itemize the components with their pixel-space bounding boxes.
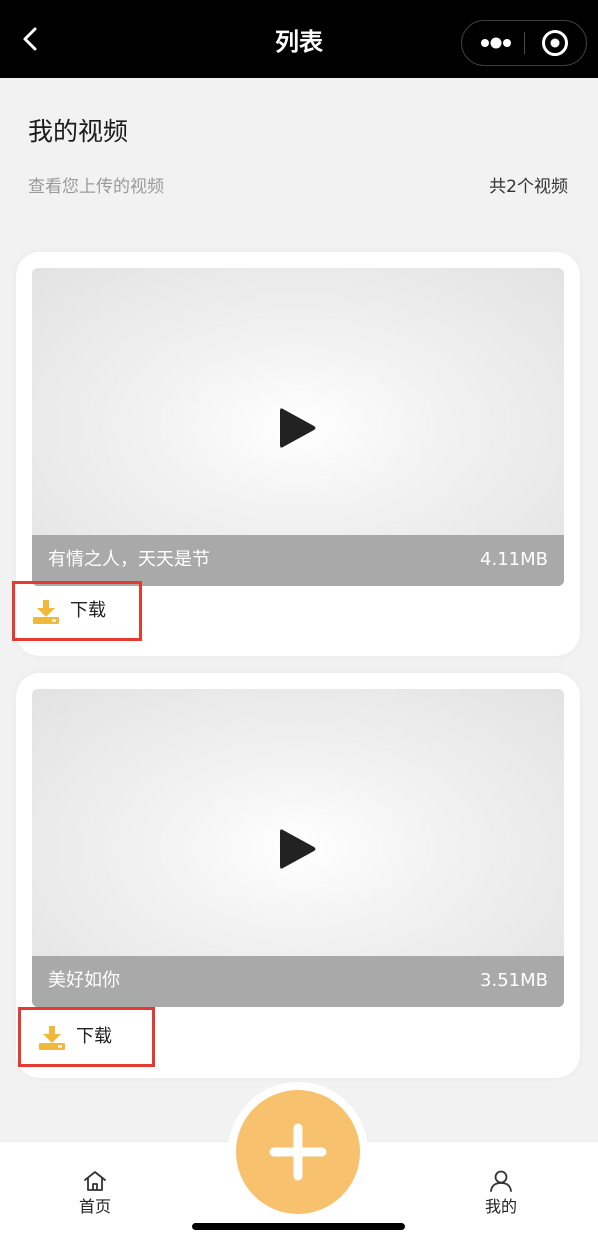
capsule-divider [524, 32, 525, 54]
tab-home[interactable]: 首页 [55, 1170, 135, 1217]
tab-mine-label: 我的 [484, 1197, 517, 1216]
video-size: 4.11MB [480, 549, 548, 570]
video-size: 3.51MB [480, 970, 548, 991]
download-icon [39, 1026, 65, 1050]
video-count: 共2个视频 [489, 177, 568, 197]
more-dots-icon[interactable] [470, 21, 522, 64]
video-info-bar: 美好如你 3.51MB [32, 956, 564, 1007]
page-title: 我的视频 [28, 117, 129, 146]
download-label: 下载 [76, 1026, 112, 1047]
page-subtitle: 查看您上传的视频 [28, 177, 164, 197]
navigation-bar: 列表 [0, 0, 598, 78]
add-video-button[interactable] [236, 1090, 360, 1214]
download-button[interactable]: 下载 [12, 581, 142, 641]
tab-mine[interactable]: 我的 [461, 1170, 541, 1217]
target-circle-icon[interactable] [532, 21, 582, 64]
video-card: 有情之人，天天是节 4.11MB 下载 [12, 252, 580, 656]
video-player[interactable]: 美好如你 3.51MB [32, 689, 564, 1007]
video-title: 有情之人，天天是节 [48, 549, 210, 570]
video-title: 美好如你 [48, 970, 120, 991]
play-icon[interactable] [278, 406, 318, 450]
video-info-bar: 有情之人，天天是节 4.11MB [32, 535, 564, 586]
screen: 列表 我的视频 查看您上传的视频 共2个视频 有情之人，天天是节 4.11MB [0, 0, 598, 1238]
home-icon [84, 1171, 106, 1191]
tab-home-label: 首页 [78, 1197, 111, 1216]
play-icon[interactable] [278, 827, 318, 871]
user-icon [490, 1170, 512, 1192]
video-player[interactable]: 有情之人，天天是节 4.11MB [32, 268, 564, 586]
download-label: 下载 [70, 600, 106, 621]
mini-program-capsule [461, 20, 587, 66]
download-icon [33, 600, 59, 624]
video-card: 美好如你 3.51MB 下载 [16, 673, 580, 1078]
plus-icon [269, 1123, 327, 1181]
home-indicator[interactable] [192, 1223, 405, 1230]
download-button[interactable]: 下载 [18, 1007, 155, 1067]
